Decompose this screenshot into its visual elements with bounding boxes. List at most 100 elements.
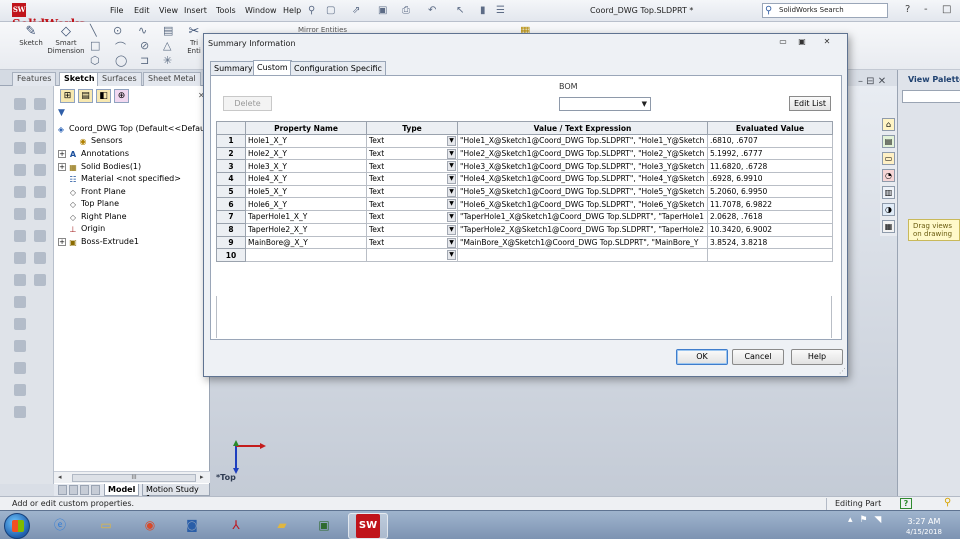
view-palette-dropdown[interactable] [902,90,960,103]
tool-icon[interactable] [14,230,26,242]
value-expression-cell[interactable]: "TaperHole1_X@Sketch1@Coord_DWG Top.SLDP… [457,210,708,224]
tree-item-solid-bodies[interactable]: + ▦ Solid Bodies(1) [56,162,141,174]
fillet-icon[interactable]: ⊘ [140,39,149,52]
maximize-icon[interactable]: □ [942,4,951,15]
tool-icon[interactable] [14,164,26,176]
column-header-type[interactable]: Type [366,121,458,135]
type-cell[interactable]: ▼ [366,248,458,262]
tool-icon[interactable] [14,340,26,352]
tool-icon[interactable] [34,120,46,132]
print-icon[interactable]: ⎙ [402,5,410,16]
menu-tools[interactable]: Tools [216,6,236,15]
type-cell[interactable]: Text ▼ [366,146,458,161]
quick-tips-icon[interactable]: ? [900,498,912,509]
filter-icon[interactable]: ▼ [58,108,65,118]
delete-button[interactable]: Delete [223,96,272,111]
plane-tool-icon[interactable]: △ [163,39,171,52]
pin-icon[interactable]: ⚲ [308,5,315,16]
dimxpert-icon[interactable]: ⊕ [114,89,129,103]
value-expression-cell[interactable]: "MainBore_X@Sketch1@Coord_DWG Top.SLDPRT… [457,235,708,250]
table-row[interactable]: 3 Hole3_X_Y Text ▼ "Hole3_X@Sketch1@Coord_DW… [216,159,833,174]
value-expression-cell[interactable]: "Hole5_X@Sketch1@Coord_DWG Top.SLDPRT", … [457,184,708,199]
tree-item-top-plane[interactable]: ◇ Top Plane [68,199,119,211]
menu-help[interactable]: Help [283,6,301,15]
line-icon[interactable]: ╲ [90,24,97,37]
type-cell[interactable]: Text ▼ [366,235,458,250]
type-cell[interactable]: Text ▼ [366,210,458,224]
text-icon[interactable]: ▤ [163,24,173,37]
nav-prev-icon[interactable] [69,485,78,495]
expand-icon[interactable]: + [58,163,66,171]
configuration-manager-icon[interactable]: ◧ [96,89,111,103]
property-name-cell[interactable]: TaperHole1_X_Y [245,210,367,224]
column-header-evaluated-value[interactable]: Evaluated Value [707,121,833,135]
tab-custom[interactable]: Custom [253,60,292,75]
edit-list-button[interactable]: Edit List [789,96,831,111]
table-row[interactable]: 5 Hole5_X_Y Text ▼ "Hole5_X@Sketch1@Coord_DW… [216,184,833,199]
open-icon[interactable]: ⇗ [352,5,360,16]
spline-icon[interactable]: ∿ [138,24,147,37]
search-input[interactable]: ⚲ SolidWorks Search [762,3,888,18]
tab-sheet-metal[interactable]: Sheet Metal [143,72,201,86]
viewport-controls[interactable]: – ⊟ ✕ [858,76,886,87]
chevron-down-icon[interactable]: ▼ [447,250,456,261]
minimize-icon[interactable]: ▭ [775,37,791,48]
sketch-button[interactable]: ✎ Sketch [14,25,48,48]
value-expression-cell[interactable]: "Hole4_X@Sketch1@Coord_DWG Top.SLDPRT", … [457,172,708,186]
type-cell[interactable]: Text ▼ [366,222,458,237]
table-row[interactable]: 1 Hole1_X_Y Text ▼ "Hole1_X@Sketch1@Coord_DW… [216,134,833,148]
tree-item-sensors[interactable]: ◉ Sensors [68,136,123,148]
value-expression-cell[interactable]: "Hole6_X@Sketch1@Coord_DWG Top.SLDPRT", … [457,197,708,212]
pin-icon[interactable]: ⚲ [944,497,951,508]
resize-grip-icon[interactable]: ⋰ [839,367,846,375]
tool-icon[interactable] [34,186,46,198]
property-name-cell[interactable]: Hole4_X_Y [245,172,367,186]
nav-first-icon[interactable] [58,485,67,495]
clock-time[interactable]: 3:27 AM [900,517,948,526]
scroll-thumb[interactable]: III [72,474,196,482]
tab-model[interactable]: Model [104,484,140,496]
column-header-value[interactable]: Value / Text Expression [457,121,708,135]
type-cell[interactable]: Text ▼ [366,172,458,186]
menu-insert[interactable]: Insert [184,6,207,15]
tool-icon[interactable] [34,274,46,286]
chevron-down-icon[interactable]: ▼ [447,212,456,223]
arc-icon[interactable]: ⌒ [115,39,126,55]
tool-icon[interactable] [14,318,26,330]
network-icon[interactable]: ⚑ [859,515,867,525]
cancel-button[interactable]: Cancel [732,349,784,365]
tool-icon[interactable] [34,208,46,220]
new-icon[interactable]: ▢ [326,5,335,16]
tree-item-origin[interactable]: ⊥ Origin [68,224,106,236]
tree-item-annotations[interactable]: + A Annotations [56,149,129,161]
type-cell[interactable]: Text ▼ [366,197,458,212]
value-expression-cell[interactable]: "Hole3_X@Sketch1@Coord_DWG Top.SLDPRT", … [457,159,708,174]
solidworks-logo[interactable]: SWSolidWorks [12,3,94,31]
type-cell[interactable]: Text ▼ [366,184,458,199]
explorer-icon[interactable]: ▭ [86,513,126,539]
table-row[interactable]: 6 Hole6_X_Y Text ▼ "Hole6_X@Sketch1@Coord_DW… [216,197,833,212]
minimize-icon[interactable]: - [924,4,928,15]
tray-arrow-icon[interactable]: ▴ [848,515,853,525]
tool-icon[interactable] [14,120,26,132]
tab-features[interactable]: Features [12,72,57,86]
help-icon[interactable]: ? [905,4,910,15]
tab-summary[interactable]: Summary [210,61,257,75]
select-icon[interactable]: ↖ [456,5,464,16]
table-row[interactable]: 8 TaperHole2_X_Y Text ▼ "TaperHole2_X@Sketch… [216,222,833,237]
chevron-down-icon[interactable]: ▼ [447,224,456,235]
table-row[interactable]: 10 ▼ [216,248,833,262]
value-expression-cell[interactable]: "Hole1_X@Sketch1@Coord_DWG Top.SLDPRT", … [457,134,708,148]
tool-icon[interactable] [14,362,26,374]
tool-icon[interactable] [34,142,46,154]
property-name-cell[interactable]: MainBore@_X_Y [245,235,367,250]
folder-icon[interactable]: ▰ [262,513,302,539]
feature-manager-icon[interactable]: ⊞ [60,89,75,103]
property-name-cell[interactable]: Hole1_X_Y [245,134,367,148]
close-icon[interactable]: ✕ [819,37,835,48]
menu-file[interactable]: File [110,6,123,15]
ie-icon[interactable]: ⓔ [40,513,80,539]
property-name-cell[interactable] [245,248,367,262]
horizontal-scrollbar[interactable]: ◂ III ▸ [54,471,210,483]
type-cell[interactable]: Text ▼ [366,159,458,174]
